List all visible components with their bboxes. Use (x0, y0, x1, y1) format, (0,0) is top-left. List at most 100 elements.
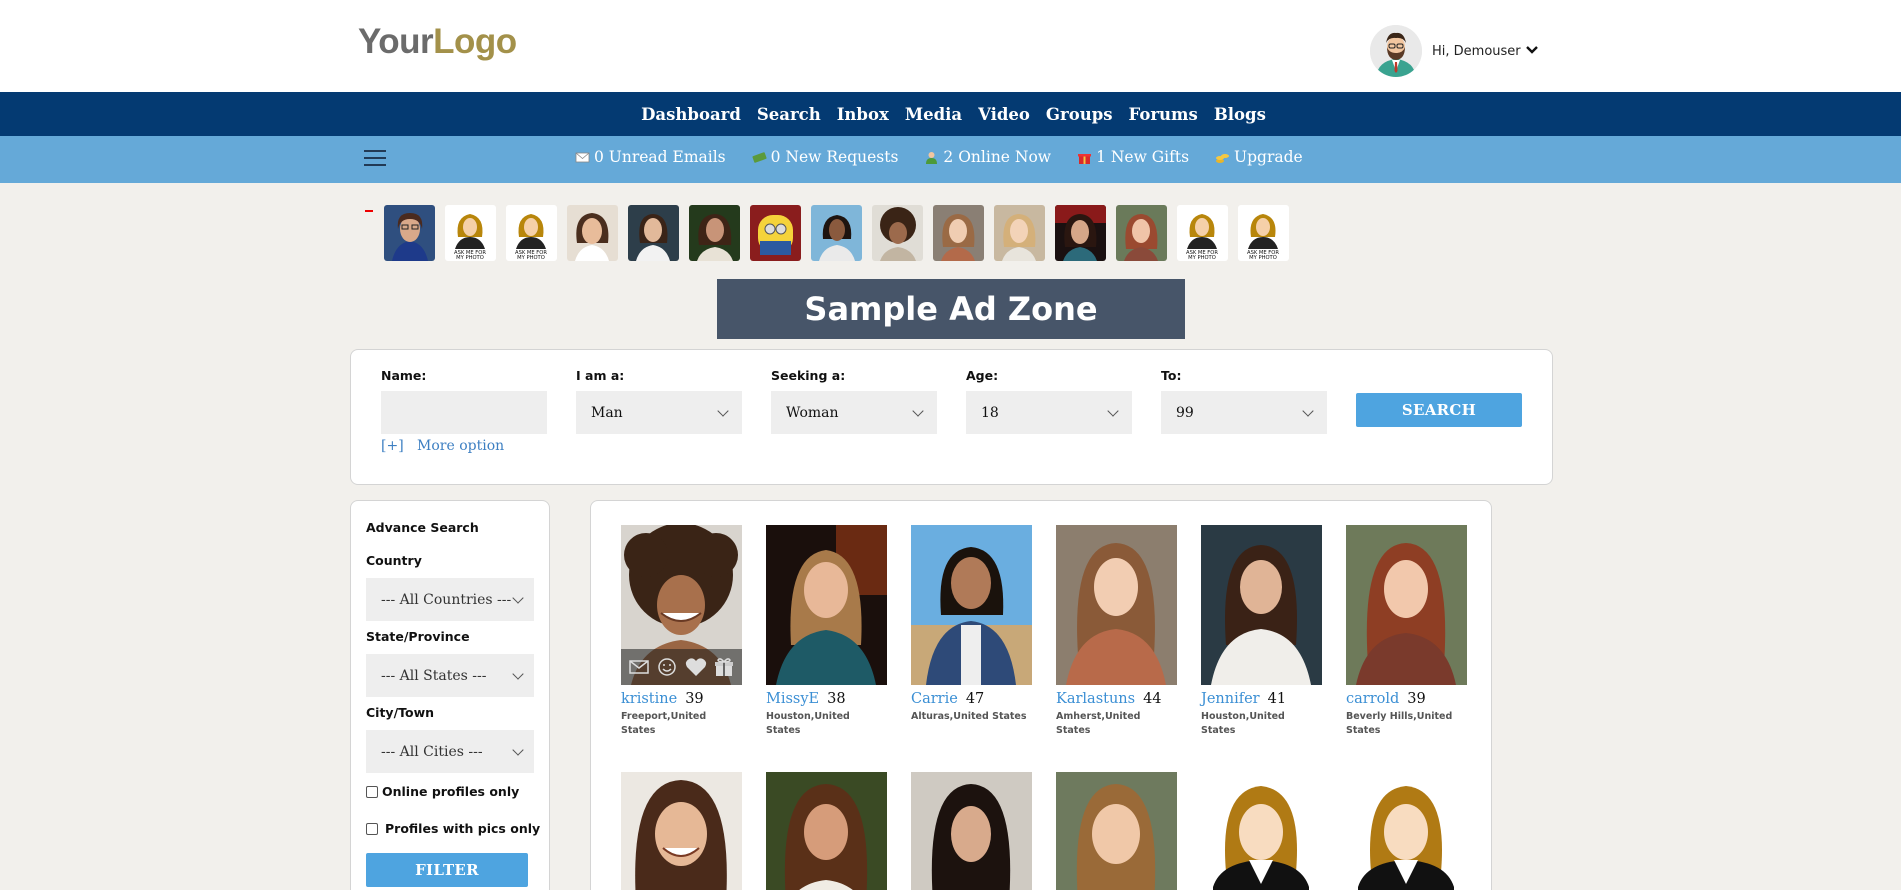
user-menu[interactable]: Hi, Demouser (1370, 25, 1538, 77)
checkbox-box[interactable] (366, 822, 378, 835)
search-button[interactable]: SEARCH (1356, 393, 1522, 427)
chevron-down-icon (912, 404, 924, 417)
member-thumb[interactable] (750, 205, 801, 261)
nav-dashboard[interactable]: Dashboard (641, 105, 741, 124)
new-requests-link[interactable]: 0 New Requests (752, 148, 898, 166)
logo-text-logo: Logo (433, 22, 517, 61)
nav-video[interactable]: Video (978, 105, 1030, 124)
profile-name-link[interactable]: carrold (1346, 691, 1399, 707)
profile-name-link[interactable]: Carrie (911, 691, 958, 707)
profile-card[interactable] (911, 772, 1032, 890)
profile-card[interactable]: MissyE 38 Houston,United States (766, 525, 887, 739)
profile-age: 47 (965, 691, 985, 707)
gift-icon[interactable] (713, 656, 735, 678)
iam-select[interactable]: Man (576, 391, 742, 434)
name-input[interactable] (381, 391, 547, 434)
avatar[interactable] (1370, 25, 1422, 77)
state-select[interactable]: --- All States --- (366, 654, 534, 697)
profile-location: Alturas,United States (911, 711, 1027, 722)
member-thumb[interactable]: ASK ME FOR MY PHOTO (1238, 205, 1289, 261)
online-only-checkbox[interactable]: Online profiles only (366, 784, 519, 799)
member-thumb[interactable] (1055, 205, 1106, 261)
member-thumb[interactable] (811, 205, 862, 261)
profile-photo-placeholder[interactable] (1346, 772, 1467, 890)
person-icon (926, 151, 938, 164)
member-thumb[interactable] (994, 205, 1045, 261)
header: YourLogo Hi, Demouser (0, 0, 1901, 92)
unread-emails-link[interactable]: 0 Unread Emails (575, 148, 726, 166)
profile-photo[interactable] (1201, 525, 1322, 685)
member-thumb[interactable] (933, 205, 984, 261)
chevron-down-icon (512, 743, 524, 756)
age-to-select[interactable]: 99 (1161, 391, 1327, 434)
search-results-panel: kristine 39 Freeport,United States MissyE… (590, 500, 1492, 890)
member-thumb[interactable]: ASK ME FOR MY PHOTO (445, 205, 496, 261)
profile-photo[interactable] (911, 772, 1032, 890)
nav-search[interactable]: Search (757, 105, 821, 124)
ad-zone-banner[interactable]: Sample Ad Zone (717, 279, 1185, 339)
checkbox-box[interactable] (366, 785, 378, 798)
country-select[interactable]: --- All Countries --- (366, 578, 534, 621)
profile-card[interactable] (1056, 772, 1177, 890)
profile-photo[interactable] (766, 772, 887, 890)
country-label: Country (366, 553, 422, 568)
profile-name-link[interactable]: MissyE (766, 691, 819, 707)
site-logo[interactable]: YourLogo (358, 22, 517, 62)
member-thumb[interactable] (1116, 205, 1167, 261)
nav-blogs[interactable]: Blogs (1214, 105, 1266, 124)
more-option-link[interactable]: [+] More option (381, 438, 504, 454)
profile-name-link[interactable]: Jennifer (1201, 691, 1260, 707)
profile-photo[interactable] (1056, 525, 1177, 685)
chevron-down-icon[interactable] (1525, 44, 1538, 58)
city-select[interactable]: --- All Cities --- (366, 730, 534, 773)
profile-photo[interactable] (911, 525, 1032, 685)
chevron-down-icon (717, 404, 729, 417)
profile-photo[interactable] (1056, 772, 1177, 890)
profile-name-link[interactable]: Karlastuns (1056, 691, 1135, 707)
profile-photo[interactable] (621, 772, 742, 890)
wink-icon[interactable] (656, 656, 678, 678)
age-from-select[interactable]: 18 (966, 391, 1132, 434)
pics-only-checkbox[interactable]: Profiles with pics only (366, 821, 540, 836)
seeking-select[interactable]: Woman (771, 391, 937, 434)
member-thumb[interactable]: ASK ME FOR MY PHOTO (506, 205, 557, 261)
profile-card[interactable]: Karlastuns 44 Amherst,United States (1056, 525, 1177, 739)
profile-card[interactable] (621, 772, 742, 890)
nav-media[interactable]: Media (905, 105, 962, 124)
member-thumb[interactable] (872, 205, 923, 261)
profile-card[interactable]: kristine 39 Freeport,United States (621, 525, 742, 739)
profile-name-link[interactable]: kristine (621, 691, 677, 707)
profile-card[interactable] (1201, 772, 1322, 890)
advance-search-title: Advance Search (366, 520, 479, 535)
profile-photo[interactable] (621, 525, 742, 685)
profile-card[interactable] (766, 772, 887, 890)
member-thumb[interactable] (689, 205, 740, 261)
user-greeting[interactable]: Hi, Demouser (1432, 44, 1521, 59)
hamburger-menu-icon[interactable] (364, 150, 386, 168)
profile-card[interactable]: Jennifer 41 Houston,United States (1201, 525, 1322, 739)
member-thumb[interactable] (628, 205, 679, 261)
profile-card[interactable] (1346, 772, 1467, 890)
profile-card[interactable]: Carrie 47 Alturas,United States (911, 525, 1032, 724)
online-now-link[interactable]: 2 Online Now (924, 148, 1051, 166)
profile-location: Amherst,United States (1056, 711, 1141, 737)
nav-forums[interactable]: Forums (1129, 105, 1198, 124)
new-gifts-link[interactable]: 1 New Gifts (1077, 148, 1189, 166)
profile-location: Houston,United States (766, 711, 850, 737)
money-icon (752, 151, 767, 163)
upgrade-link[interactable]: Upgrade (1215, 148, 1303, 166)
message-icon[interactable] (628, 656, 650, 678)
profile-photo-placeholder[interactable] (1201, 772, 1322, 890)
nav-inbox[interactable]: Inbox (837, 105, 889, 124)
nav-groups[interactable]: Groups (1046, 105, 1113, 124)
profile-photo[interactable] (1346, 525, 1467, 685)
member-thumb[interactable] (384, 205, 435, 261)
profile-card[interactable]: carrold 39 Beverly Hills,United States (1346, 525, 1467, 739)
member-thumb[interactable]: ASK ME FOR MY PHOTO (1177, 205, 1228, 261)
chevron-down-icon (1302, 404, 1314, 417)
filter-button[interactable]: FILTER (366, 853, 528, 887)
profile-photo[interactable] (766, 525, 887, 685)
member-thumb[interactable] (567, 205, 618, 261)
heart-icon[interactable] (685, 656, 707, 678)
iam-label: I am a: (576, 368, 625, 383)
